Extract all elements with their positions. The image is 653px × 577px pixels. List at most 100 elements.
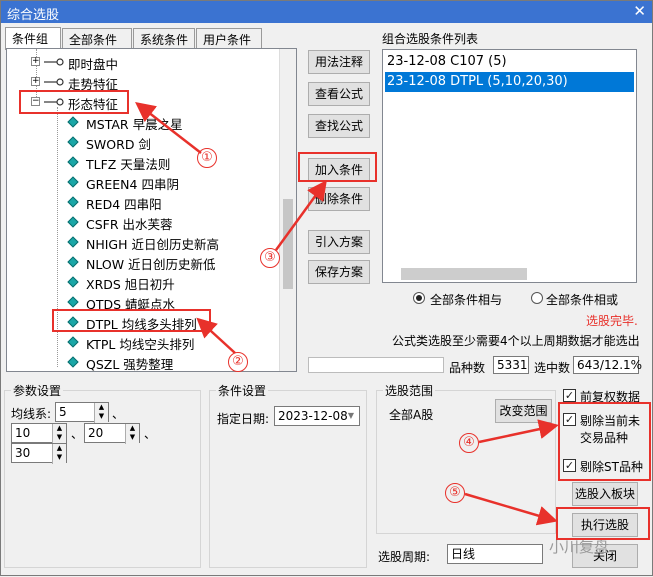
highlight-dtpl-item: [52, 309, 211, 332]
spin-arrows-icon[interactable]: ▲ ▼: [52, 444, 66, 464]
tree-item-label: GREEN4 四串阴: [86, 177, 179, 192]
title-bar: 综合选股 ✕: [1, 1, 652, 23]
separator: 、: [112, 407, 125, 421]
selected-label: 选中数: [534, 361, 571, 375]
formula-icon: [67, 156, 79, 168]
ma-period-3-value: 20: [88, 426, 104, 440]
period-select[interactable]: 日线: [447, 544, 543, 564]
range-legend: 选股范围: [385, 384, 434, 398]
annotation-4: ④: [459, 433, 479, 453]
formula-icon: [67, 256, 79, 268]
ma-period-2-value: 10: [15, 426, 31, 440]
close-window-icon[interactable]: ✕: [633, 2, 646, 20]
condition-row[interactable]: 23-12-08 C107 (5): [385, 52, 634, 72]
separator: 、: [71, 427, 84, 441]
period-label: 选股周期:: [378, 550, 431, 564]
find-formula-button[interactable]: 查找公式: [308, 114, 370, 138]
formula-icon: [67, 276, 79, 288]
tree-item-label: QSZL 强势整理: [86, 357, 174, 372]
tab-system-conditions[interactable]: 系统条件: [133, 28, 195, 49]
ma-period-4-value: 30: [15, 446, 31, 460]
spin-arrows-icon[interactable]: ▲ ▼: [94, 403, 108, 423]
ma-period-3[interactable]: 20 ▲ ▼: [84, 423, 140, 444]
expand-icon[interactable]: +: [31, 77, 40, 86]
usage-button[interactable]: 用法注释: [308, 50, 370, 74]
separator: 、: [144, 427, 157, 441]
status-note: 公式类选股至少需要4个以上周期数据才能选出: [392, 334, 640, 348]
window-title: 综合选股: [7, 8, 60, 23]
condition-settings-legend: 条件设置: [218, 384, 267, 398]
ma-period-2[interactable]: 10 ▲ ▼: [11, 423, 67, 444]
list-hscroll-thumb[interactable]: [401, 268, 527, 280]
tree-group-label: 即时盘中: [68, 57, 119, 72]
tree-item-label: SWORD 剑: [86, 137, 151, 152]
selected-value: 643/12.1%: [573, 356, 642, 374]
date-value: 2023-12-08: [278, 409, 348, 423]
formula-icon: [67, 336, 79, 348]
change-range-button[interactable]: 改变范围: [495, 399, 552, 423]
tree-item-label: XRDS 旭日初升: [86, 277, 175, 292]
formula-icon: [67, 196, 79, 208]
period-value: 日线: [451, 547, 476, 561]
import-plan-button[interactable]: 引入方案: [308, 230, 370, 254]
formula-icon: [67, 136, 79, 148]
formula-icon: [67, 356, 79, 368]
annotation-3: ③: [260, 248, 280, 268]
highlight-pattern-group: [19, 90, 129, 114]
tab-user-conditions[interactable]: 用户条件: [196, 28, 262, 49]
params-legend: 参数设置: [13, 384, 62, 398]
annotation-1: ①: [197, 148, 217, 168]
key-icon: [44, 58, 64, 66]
tree-item-label: NHIGH 近日创历史新高: [86, 237, 219, 252]
count-value: 5331: [493, 356, 529, 374]
formula-icon: [67, 216, 79, 228]
status-done: 选股完毕.: [586, 314, 638, 328]
tab-condition-group[interactable]: 条件组: [5, 27, 61, 50]
tree-item-label: CSFR 出水芙蓉: [86, 217, 173, 232]
formula-icon: [67, 116, 79, 128]
composite-stock-picker-window: 综合选股 ✕ 条件组 全部条件 系统条件 用户条件 + 即时盘中 + 走势特征 …: [0, 0, 653, 576]
tree-item-label: KTPL 均线空头排列: [86, 337, 195, 352]
annotation-2: ②: [228, 352, 248, 372]
view-formula-button[interactable]: 查看公式: [308, 82, 370, 106]
formula-icon: [67, 296, 79, 308]
to-board-button[interactable]: 选股入板块: [572, 482, 638, 506]
formula-icon: [67, 236, 79, 248]
highlight-add-condition: [298, 152, 377, 182]
ma-period-4[interactable]: 30 ▲ ▼: [11, 443, 67, 464]
all-or-label: 全部条件相或: [546, 293, 619, 307]
highlight-execute: [556, 507, 650, 540]
all-and-label: 全部条件相与: [430, 293, 503, 307]
spin-arrows-icon[interactable]: ▲ ▼: [52, 424, 66, 444]
range-value: 全部A股: [389, 408, 434, 422]
highlight-exclude-options: [558, 402, 651, 481]
save-plan-button[interactable]: 保存方案: [308, 260, 370, 284]
tree-item-label: TLFZ 天量法则: [86, 157, 171, 172]
ma-period-1-value: 5: [59, 405, 67, 419]
date-label: 指定日期:: [217, 412, 270, 426]
date-picker[interactable]: 2023-12-08 ▼: [274, 406, 360, 426]
ma-label: 均线系:: [11, 407, 52, 421]
tree-scrollbar[interactable]: [279, 49, 296, 371]
tree-item-label: MSTAR 早晨之星: [86, 117, 183, 132]
tab-all-conditions[interactable]: 全部条件: [62, 28, 132, 49]
ma-period-1[interactable]: 5 ▲ ▼: [55, 402, 109, 423]
condition-list-title: 组合选股条件列表: [382, 32, 479, 46]
spin-arrows-icon[interactable]: ▲ ▼: [125, 424, 139, 444]
pre-adjust-checkbox[interactable]: ✓: [563, 389, 576, 402]
annotation-5: ⑤: [445, 483, 465, 503]
expand-icon[interactable]: +: [31, 57, 40, 66]
progress-bar: [308, 357, 444, 373]
scrollbar-thumb[interactable]: [283, 199, 293, 289]
tree-item-label: NLOW 近日创历史新低: [86, 257, 216, 272]
count-label: 品种数: [449, 361, 486, 375]
key-icon: [44, 78, 64, 86]
tree-item-label: RED4 四串阳: [86, 197, 162, 212]
all-and-radio[interactable]: [413, 292, 425, 304]
all-or-radio[interactable]: [531, 292, 543, 304]
delete-condition-button[interactable]: 删除条件: [308, 187, 370, 211]
condition-row-selected[interactable]: 23-12-08 DTPL (5,10,20,30): [385, 72, 634, 92]
formula-icon: [67, 176, 79, 188]
dropdown-arrow-icon[interactable]: ▼: [343, 407, 359, 425]
condition-list[interactable]: 23-12-08 C107 (5) 23-12-08 DTPL (5,10,20…: [382, 49, 637, 283]
